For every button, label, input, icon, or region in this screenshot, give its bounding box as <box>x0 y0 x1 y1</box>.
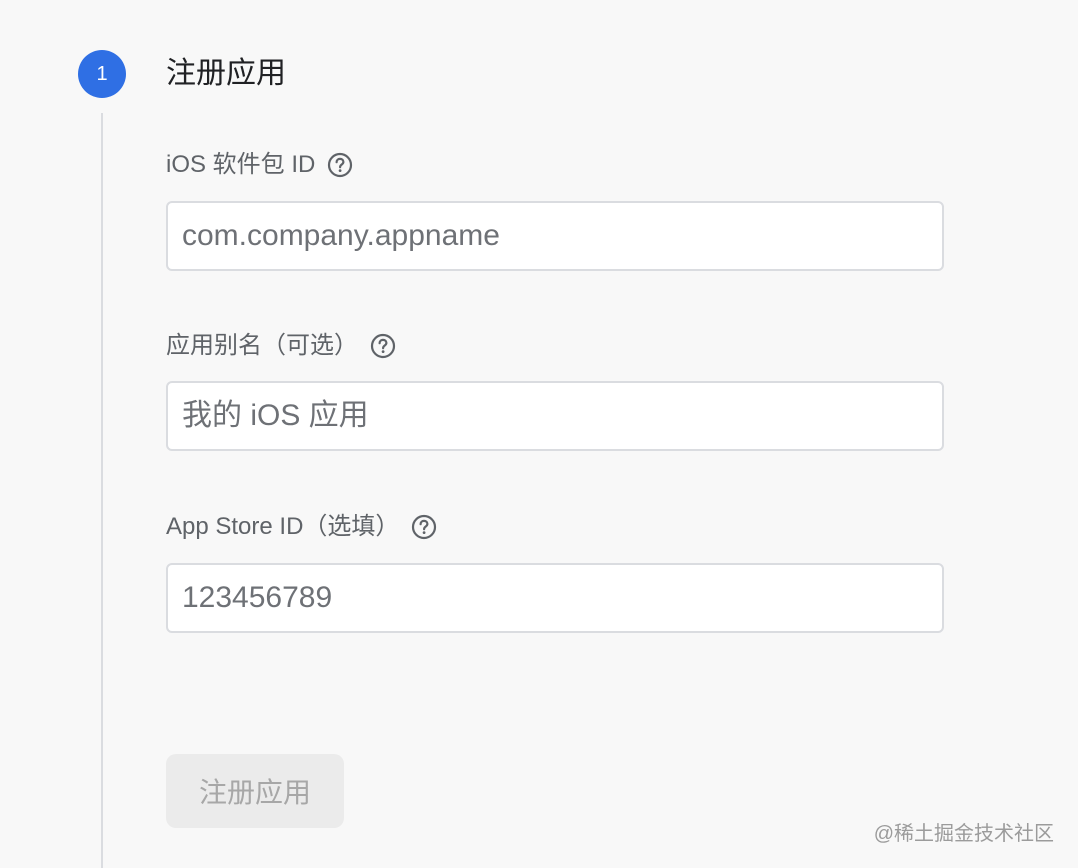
app-nickname-input[interactable] <box>166 381 944 451</box>
app-store-id-input[interactable] <box>166 563 944 633</box>
app-store-id-label-row: App Store ID（选填） <box>166 512 437 542</box>
step-connector-line <box>101 113 103 868</box>
register-app-button[interactable]: 注册应用 <box>166 754 344 828</box>
bundle-id-label-row: iOS 软件包 ID <box>166 150 353 180</box>
app-nickname-label-row: 应用别名（可选） <box>166 331 396 361</box>
app-store-id-label: App Store ID（选填） <box>166 513 400 540</box>
help-circle-icon[interactable] <box>327 152 353 178</box>
bundle-id-label: iOS 软件包 ID <box>166 151 316 178</box>
app-nickname-label: 应用别名（可选） <box>166 332 358 359</box>
help-circle-icon[interactable] <box>370 333 396 359</box>
bundle-id-input[interactable] <box>166 201 944 271</box>
watermark: @稀土掘金技术社区 <box>873 823 1054 845</box>
help-circle-icon[interactable] <box>411 514 437 540</box>
step-title: 注册应用 <box>166 57 286 90</box>
step-number-badge: 1 <box>78 50 126 98</box>
